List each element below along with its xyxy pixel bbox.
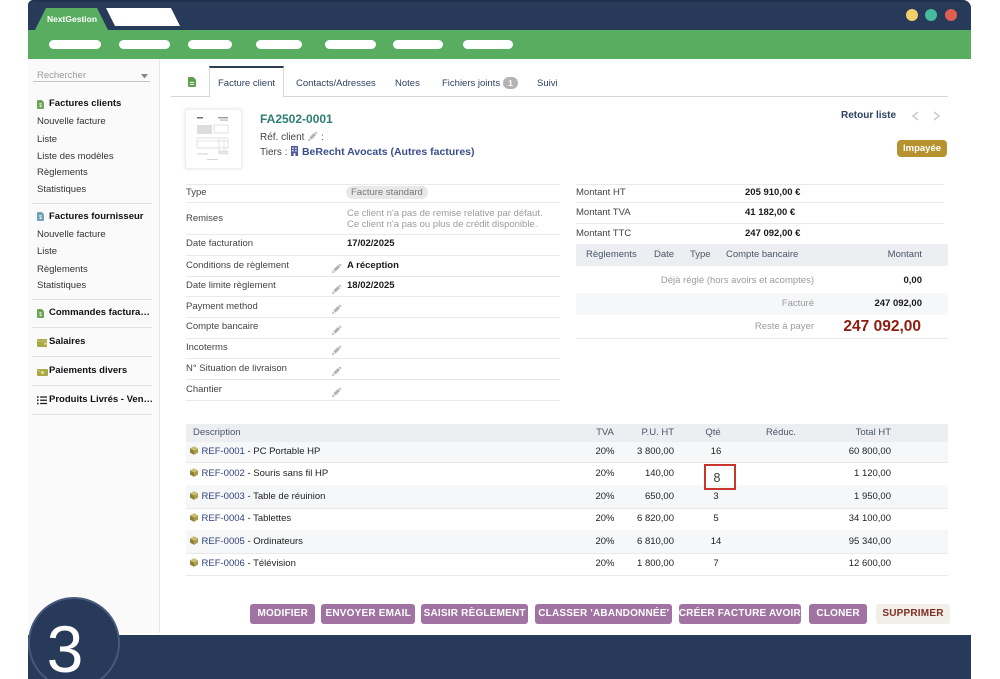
svg-text:$: $ <box>39 312 42 318</box>
svg-text:$: $ <box>39 103 42 109</box>
svg-text:$: $ <box>39 215 42 221</box>
